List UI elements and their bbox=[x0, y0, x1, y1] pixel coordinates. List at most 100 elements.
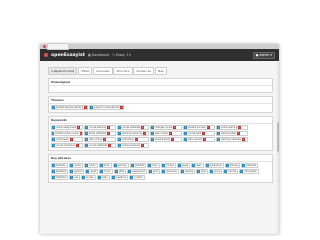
phrase-tag[interactable]: i feedback bbox=[51, 169, 69, 175]
phrase-tag[interactable]: i content bbox=[129, 175, 145, 181]
remove-icon[interactable]: × bbox=[140, 144, 144, 148]
remove-icon[interactable]: × bbox=[203, 138, 207, 142]
remove-icon[interactable]: × bbox=[84, 106, 88, 110]
keyword-tag[interactable]: i course learning × bbox=[84, 125, 116, 131]
remove-icon[interactable]: × bbox=[106, 126, 110, 130]
phrase-tag[interactable]: i activities bbox=[129, 163, 147, 169]
phrase-tag[interactable]: i essay bbox=[176, 163, 191, 169]
tag-label: course materials bbox=[89, 144, 108, 148]
app-brand[interactable]: openEssayist bbox=[51, 53, 85, 58]
remove-icon[interactable]: × bbox=[206, 126, 210, 130]
remove-icon[interactable]: × bbox=[168, 132, 172, 136]
scrollbar-thumb[interactable] bbox=[277, 122, 279, 152]
phrase-tag[interactable]: i reflection bbox=[51, 175, 69, 181]
keyword-tag[interactable]: i student online course × bbox=[51, 131, 83, 137]
tab-label: Sentences bbox=[136, 68, 151, 73]
tag-label: course materials bbox=[122, 126, 141, 130]
remove-icon[interactable]: × bbox=[77, 126, 81, 130]
keyword-tag[interactable]: i course materials × bbox=[117, 125, 149, 131]
remove-icon[interactable]: × bbox=[241, 138, 245, 142]
tag-label: online learn bbox=[56, 138, 69, 142]
keyword-tag[interactable]: i learning resources × bbox=[117, 131, 149, 137]
tab-map[interactable]: Map bbox=[154, 67, 167, 75]
tab-label: Overview bbox=[96, 68, 110, 73]
phrase-tag[interactable]: i work bbox=[147, 169, 161, 175]
theme-tag[interactable]: i support course lessons × bbox=[89, 105, 125, 111]
remove-icon[interactable]: × bbox=[134, 138, 138, 142]
phrase-tag[interactable]: i access bbox=[81, 175, 96, 181]
phrase-tag[interactable]: i assignment bbox=[127, 169, 147, 175]
nav-dashboard[interactable]: ▦ Dashboard bbox=[88, 53, 109, 57]
remove-icon[interactable]: × bbox=[79, 132, 82, 136]
phrase-tag[interactable]: i time bbox=[196, 169, 209, 175]
phrase-tag[interactable]: i course bbox=[68, 163, 83, 169]
phrase-tag[interactable]: i study bbox=[98, 163, 112, 169]
keyword-tag[interactable]: i course materials × bbox=[84, 143, 116, 149]
admin-menu-button[interactable]: ● admin ▾ bbox=[252, 51, 275, 59]
keyword-tag[interactable]: i interactive × bbox=[117, 137, 149, 143]
phrase-tag[interactable]: i video bbox=[96, 175, 110, 181]
remove-icon[interactable]: × bbox=[236, 132, 240, 136]
keyword-tag[interactable]: i tutor support × bbox=[183, 137, 215, 143]
phrase-tag[interactable]: i students bbox=[51, 163, 68, 169]
unassigned-dropzone[interactable] bbox=[49, 86, 272, 92]
phrase-tag[interactable]: i module bbox=[160, 163, 176, 169]
phrase-tag[interactable]: i tutorial bbox=[223, 169, 239, 175]
keyword-tag[interactable]: i learning style × bbox=[216, 131, 248, 137]
phrase-tag[interactable]: i information bbox=[239, 169, 259, 175]
remove-icon[interactable]: × bbox=[171, 138, 175, 142]
phrase-tag[interactable]: i support bbox=[69, 169, 85, 175]
nav-essay[interactable]: ✎ Essay 1 ▾ bbox=[112, 53, 131, 57]
tab-keyword-cloud[interactable]: ⌂ Keyword cloud bbox=[48, 67, 78, 75]
remove-icon[interactable]: × bbox=[108, 144, 112, 148]
tag-label: questions bbox=[115, 176, 127, 180]
keyword-tag[interactable]: i learn online × bbox=[84, 137, 116, 143]
keyword-tag[interactable]: i course work × bbox=[183, 131, 215, 137]
phrase-tag[interactable]: i learning bbox=[112, 163, 129, 169]
remove-icon[interactable]: × bbox=[107, 132, 111, 136]
remove-icon[interactable]: × bbox=[120, 106, 124, 110]
phrase-tag[interactable]: i resources bbox=[161, 169, 179, 175]
phrase-tag[interactable]: i reading bbox=[179, 169, 196, 175]
tab-sentences[interactable]: Sentences bbox=[133, 67, 155, 75]
remove-icon[interactable]: × bbox=[202, 132, 206, 136]
phrase-tag[interactable]: i use bbox=[69, 175, 81, 181]
theme-tag[interactable]: i student teacher learning × bbox=[51, 105, 89, 111]
keyword-tag[interactable]: i online resources × bbox=[117, 143, 149, 149]
keyword-tag[interactable]: i online learn × bbox=[51, 137, 83, 143]
phrase-tag[interactable]: i experience bbox=[204, 163, 224, 169]
phrase-tag[interactable]: i week bbox=[85, 169, 99, 175]
browser-tab[interactable] bbox=[47, 42, 70, 51]
tab-overview[interactable]: Overview bbox=[93, 67, 113, 75]
keyword-tag[interactable]: i changes course × bbox=[150, 125, 182, 131]
phrase-tag[interactable]: i online bbox=[83, 163, 98, 169]
remove-icon[interactable]: × bbox=[102, 138, 106, 142]
keyword-tag[interactable]: i online assignment × bbox=[51, 125, 83, 131]
keyword-tag[interactable]: i student success × bbox=[183, 125, 215, 131]
vertical-scrollbar[interactable] bbox=[277, 62, 279, 234]
keyword-tag[interactable]: i learn online × bbox=[150, 131, 182, 137]
phrase-tag[interactable]: i discuss bbox=[224, 163, 240, 169]
phrase-tag[interactable]: i questions bbox=[110, 175, 129, 181]
phrase-tag[interactable]: i tutor bbox=[147, 163, 160, 169]
keyword-tag[interactable]: i online learning × bbox=[216, 125, 248, 131]
remove-icon[interactable]: × bbox=[143, 132, 147, 136]
keyword-tag[interactable]: i learning materials × bbox=[216, 137, 248, 143]
phrase-tag[interactable]: i group bbox=[209, 169, 223, 175]
tag-label: skills bbox=[118, 170, 125, 174]
remove-icon[interactable]: × bbox=[69, 138, 73, 142]
remove-icon[interactable]: × bbox=[173, 126, 177, 130]
view-tabs: ⌂ Keyword cloud Sifted Overview Structur… bbox=[40, 61, 279, 75]
tab-structure[interactable]: Structure bbox=[113, 67, 133, 75]
keyword-tag[interactable]: i study materials × bbox=[84, 131, 116, 137]
keyword-tag[interactable]: i student study × bbox=[150, 137, 182, 143]
phrase-tag[interactable]: i forum bbox=[99, 169, 113, 175]
phrase-tag[interactable]: i skills bbox=[113, 169, 127, 175]
keyword-tag[interactable]: i course outcomes × bbox=[51, 143, 83, 149]
remove-icon[interactable]: × bbox=[238, 126, 242, 130]
tab-sifted[interactable]: Sifted bbox=[77, 67, 93, 75]
phrase-tag[interactable]: i materials bbox=[240, 163, 259, 169]
remove-icon[interactable]: × bbox=[75, 144, 79, 148]
remove-icon[interactable]: × bbox=[141, 126, 145, 130]
phrase-tag[interactable]: i learn bbox=[191, 163, 204, 169]
